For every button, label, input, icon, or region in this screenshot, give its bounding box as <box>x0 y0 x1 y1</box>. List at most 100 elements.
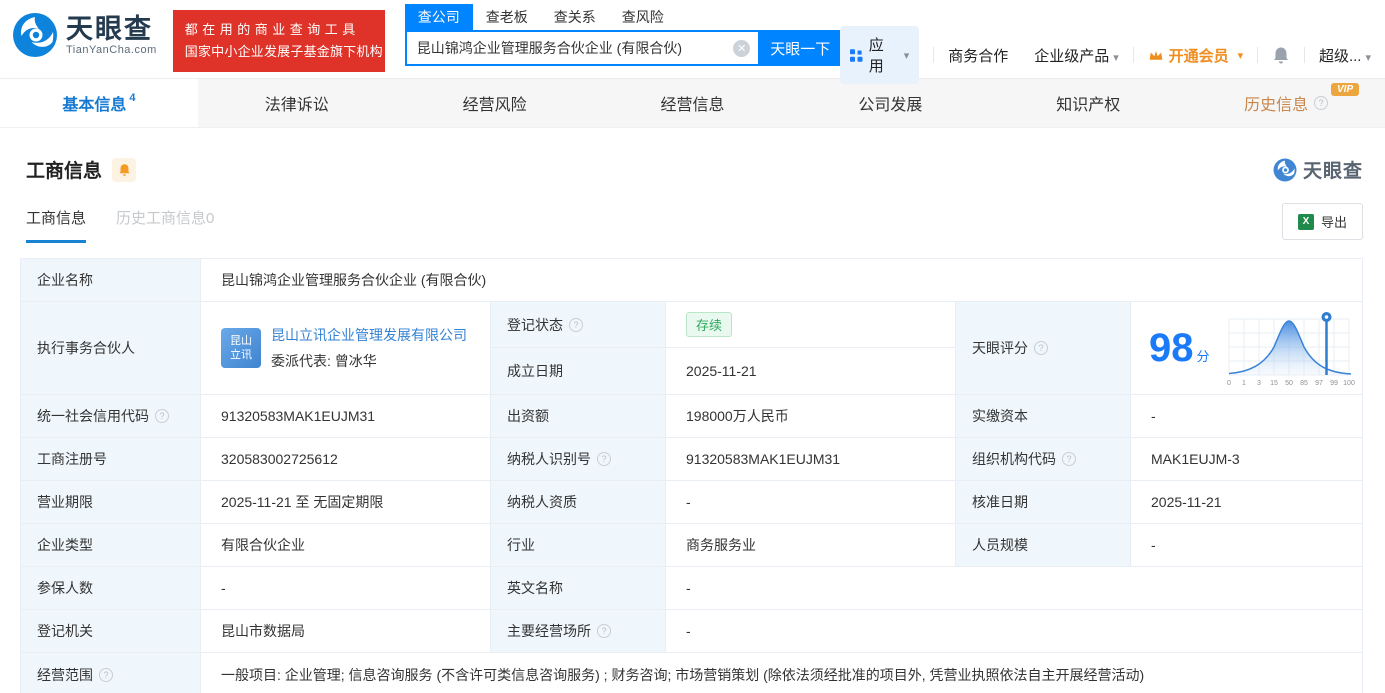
business-term-label: 营业期限 <box>21 481 201 524</box>
tab-company-development[interactable]: 公司发展 <box>791 79 989 127</box>
help-icon[interactable] <box>1062 452 1076 466</box>
svg-text:3: 3 <box>1257 380 1261 387</box>
help-icon[interactable] <box>597 452 611 466</box>
registration-status-label: 登记状态 <box>507 316 563 333</box>
registration-number-label: 工商注册号 <box>21 438 201 481</box>
registration-number-value: 320583002725612 <box>201 438 491 481</box>
tab-company-development-label: 公司发展 <box>858 97 923 114</box>
tianyan-score-label: 天眼评分 <box>972 340 1028 356</box>
help-icon[interactable] <box>155 409 169 423</box>
subscribe-bell-icon[interactable] <box>112 157 137 182</box>
industry-label: 行业 <box>491 524 666 567</box>
nav-open-membership-label: 开通会员 <box>1168 47 1229 65</box>
registration-authority-label: 登记机关 <box>21 610 201 653</box>
top-navigation: 应用 商务合作 企业级产品 开通会员 超级... <box>840 26 1385 84</box>
tab-operating-info[interactable]: 经营信息 <box>594 79 792 127</box>
clear-search-icon[interactable] <box>733 39 751 57</box>
search-tab-relation[interactable]: 查关系 <box>541 4 609 30</box>
tab-history-info-label: 历史信息 <box>1244 97 1309 114</box>
search-area: 查公司 查老板 查关系 查风险 天眼一下 <box>404 4 841 66</box>
search-button[interactable]: 天眼一下 <box>760 30 841 66</box>
approval-date-value: 2025-11-21 <box>1131 481 1362 524</box>
table-row: 参保人数 - 英文名称 - <box>21 567 1362 610</box>
table-row: 登记机关 昆山市数据局 主要经营场所 - <box>21 610 1362 653</box>
registration-authority-value: 昆山市数据局 <box>201 610 491 653</box>
established-date-label: 成立日期 <box>491 348 666 394</box>
business-info-table: 企业名称 昆山锦鸿企业管理服务合伙企业 (有限合伙) 执行事务合伙人 昆山 立讯… <box>20 258 1363 693</box>
registration-status-cell: 存续 <box>666 302 955 348</box>
partner-company-link[interactable]: 昆山立讯企业管理发展有限公司 <box>271 325 467 345</box>
search-tab-boss[interactable]: 查老板 <box>473 4 541 30</box>
paid-in-capital-value: - <box>1131 395 1362 438</box>
tab-intellectual-property-label: 知识产权 <box>1056 97 1121 114</box>
nav-enterprise-products[interactable]: 企业级产品 <box>1034 45 1119 66</box>
partner-company-avatar[interactable]: 昆山 立讯 <box>221 328 261 368</box>
taxpayer-qualification-value: - <box>666 481 956 524</box>
executive-partner-cell: 昆山 立讯 昆山立讯企业管理发展有限公司 委派代表: 曾冰华 <box>201 302 491 395</box>
tianyan-score-cell: 98 分 0 1 3 15 50 85 97 99 100 <box>1131 302 1362 395</box>
svg-text:100: 100 <box>1343 380 1355 387</box>
nav-divider <box>933 47 935 63</box>
table-row: 执行事务合伙人 昆山 立讯 昆山立讯企业管理发展有限公司 委派代表: 曾冰华 登… <box>21 302 1362 395</box>
status-date-subgrid: 登记状态 存续 成立日期 2025-11-21 <box>491 302 956 395</box>
help-icon[interactable] <box>1034 341 1048 355</box>
main-business-place-label: 主要经营场所 <box>507 623 591 639</box>
business-term-value: 2025-11-21 至 无固定期限 <box>201 481 491 524</box>
search-box <box>404 30 761 66</box>
notification-bell-icon[interactable] <box>1272 46 1290 65</box>
help-icon[interactable] <box>597 624 611 638</box>
tianyancha-logo[interactable]: 天眼查 TianYanCha.com <box>12 12 157 58</box>
score-value: 98 <box>1149 326 1194 370</box>
tab-operating-risk-label: 经营风险 <box>462 97 527 114</box>
taxpayer-qualification-label: 纳税人资质 <box>491 481 666 524</box>
nav-divider <box>1257 47 1259 63</box>
nav-open-membership[interactable]: 开通会员 <box>1148 45 1244 66</box>
nav-user-menu-label: 超级... <box>1318 47 1362 65</box>
executive-partner-label: 执行事务合伙人 <box>21 302 201 395</box>
subtab-business-info[interactable]: 工商信息 <box>26 207 87 243</box>
tab-basic-info-label: 基本信息 <box>62 97 127 114</box>
search-input[interactable] <box>416 40 734 56</box>
help-icon[interactable] <box>1314 96 1329 110</box>
company-type-label: 企业类型 <box>21 524 201 567</box>
registration-status-label-cell: 登记状态 <box>491 302 666 348</box>
approval-date-label: 核准日期 <box>956 481 1131 524</box>
chart-x-axis-ticks: 0 1 3 15 50 85 97 99 100 <box>1227 380 1355 387</box>
business-scope-label-cell: 经营范围 <box>21 653 201 693</box>
avatar-text-line1: 昆山 <box>230 335 252 347</box>
tab-intellectual-property[interactable]: 知识产权 <box>989 79 1187 127</box>
english-name-value: - <box>666 567 1362 610</box>
nav-business-cooperation[interactable]: 商务合作 <box>948 45 1008 66</box>
export-button[interactable]: 导出 <box>1281 203 1363 240</box>
subtab-history-business-info[interactable]: 历史工商信息0 <box>116 207 214 243</box>
tab-history-info[interactable]: VIP 历史信息 <box>1187 79 1385 127</box>
svg-text:15: 15 <box>1270 380 1278 387</box>
help-icon[interactable] <box>569 317 583 332</box>
apps-menu[interactable]: 应用 <box>840 26 920 84</box>
tab-operating-risk[interactable]: 经营风险 <box>396 79 594 127</box>
apps-grid-icon <box>850 48 863 62</box>
search-tab-company[interactable]: 查公司 <box>404 4 473 30</box>
insured-staff-label: 参保人数 <box>21 567 201 610</box>
business-scope-value: 一般项目: 企业管理; 信息咨询服务 (不含许可类信息咨询服务) ; 财务咨询;… <box>201 653 1362 693</box>
watermark-text: 天眼查 <box>1302 161 1363 182</box>
main-business-place-label-cell: 主要经营场所 <box>491 610 666 653</box>
nav-user-menu[interactable]: 超级... <box>1319 45 1371 66</box>
table-row: 经营范围 一般项目: 企业管理; 信息咨询服务 (不含许可类信息咨询服务) ; … <box>21 653 1362 693</box>
section-title: 工商信息 <box>26 161 103 182</box>
help-icon[interactable] <box>99 667 113 682</box>
logo-text-en: TianYanCha.com <box>66 44 157 56</box>
vip-badge: VIP <box>1331 83 1360 96</box>
tab-basic-info[interactable]: 基本信息 4 <box>0 79 198 127</box>
credit-code-label: 统一社会信用代码 <box>37 408 149 424</box>
credit-code-value: 91320583MAK1EUJM31 <box>201 395 491 438</box>
taxpayer-id-label: 纳税人识别号 <box>507 451 591 467</box>
taxpayer-id-value: 91320583MAK1EUJM31 <box>666 438 956 481</box>
table-row: 工商注册号 320583002725612 纳税人识别号 91320583MAK… <box>21 438 1362 481</box>
watermark-logo: 天眼查 <box>1273 156 1363 183</box>
svg-text:0: 0 <box>1227 380 1231 387</box>
tab-legal-litigation[interactable]: 法律诉讼 <box>198 79 396 127</box>
business-scope-label: 经营范围 <box>37 666 93 683</box>
search-tab-risk[interactable]: 查风险 <box>609 4 677 30</box>
promo-banner: 都在用的商业查询工具 国家中小企业发展子基金旗下机构 <box>172 10 385 72</box>
